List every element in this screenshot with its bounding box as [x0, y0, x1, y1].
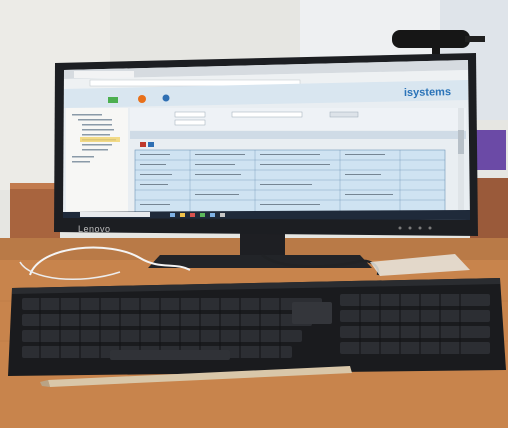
- browser-tab: [74, 71, 134, 78]
- scrollbar: [458, 108, 464, 212]
- spacebar: [110, 350, 230, 360]
- sidebar-tree: [66, 108, 128, 212]
- enter-key: [292, 302, 332, 324]
- keyboard: [8, 278, 506, 376]
- form-field-2: [231, 111, 303, 118]
- form-field-1: [174, 111, 206, 118]
- toolbar-button-green: [108, 97, 118, 103]
- form-panel: [130, 108, 466, 130]
- sidebar-selected: [80, 137, 120, 142]
- desk-photo: Lenovo isystems: [0, 0, 508, 428]
- taskbar-search: [80, 212, 150, 217]
- form-field-3: [174, 119, 206, 126]
- toolbar-icon-blue: [162, 94, 170, 102]
- form-button: [329, 111, 359, 118]
- left-shelf-top: [10, 183, 60, 189]
- purple-folder: [476, 130, 506, 170]
- monitor-brand-label: Lenovo: [78, 224, 111, 234]
- small-icon-blue: [148, 142, 154, 147]
- data-table: [134, 149, 446, 213]
- section-header: [130, 131, 466, 139]
- left-shelf: [10, 185, 60, 245]
- small-icon-red: [140, 142, 146, 147]
- app-logo: isystems: [404, 86, 451, 99]
- toolbar-icon-orange: [138, 95, 146, 103]
- scrollbar-thumb: [458, 130, 464, 154]
